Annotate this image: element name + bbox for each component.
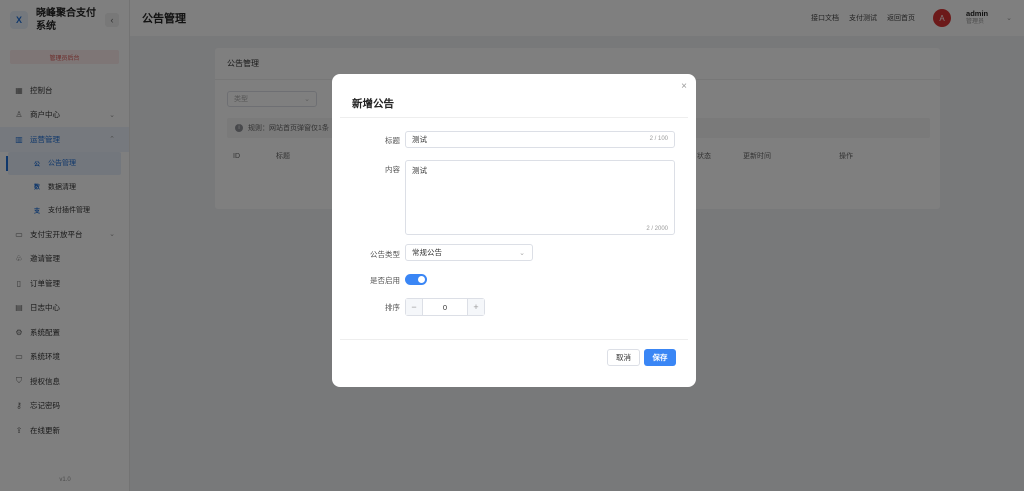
enabled-toggle[interactable]	[405, 274, 427, 285]
toggle-knob	[418, 276, 425, 283]
title-char-counter: 2 / 100	[649, 136, 668, 142]
sort-input[interactable]: 0	[422, 299, 468, 315]
type-label: 公告类型	[370, 250, 400, 259]
decrement-button[interactable]: −	[406, 299, 422, 315]
announcement-type-value: 常规公告	[412, 248, 442, 257]
enabled-label: 是否启用	[370, 276, 400, 285]
title-input-value: 测试	[412, 135, 427, 144]
divider	[340, 339, 688, 340]
title-input[interactable]: 测试 2 / 100	[405, 131, 675, 148]
chevron-down-icon: ⌄	[519, 249, 525, 257]
sort-stepper: − 0 +	[405, 298, 485, 316]
content-textarea[interactable]: 测试 2 / 2000	[405, 160, 675, 235]
increment-button[interactable]: +	[468, 299, 484, 315]
title-label: 标题	[385, 136, 400, 145]
announcement-type-select[interactable]: 常规公告 ⌄	[405, 244, 533, 261]
content-char-counter: 2 / 2000	[646, 226, 668, 232]
add-announcement-dialog: × 新增公告 标题 测试 2 / 100 内容 测试 2 / 2000 公告类型…	[332, 74, 696, 387]
content-textarea-value: 测试	[412, 166, 427, 175]
close-icon[interactable]: ×	[681, 81, 687, 92]
save-button[interactable]: 保存	[644, 349, 676, 366]
cancel-button[interactable]: 取消	[607, 349, 640, 366]
dialog-title: 新增公告	[352, 98, 394, 110]
sort-label: 排序	[385, 303, 400, 312]
divider	[340, 117, 688, 118]
content-label: 内容	[385, 165, 400, 174]
